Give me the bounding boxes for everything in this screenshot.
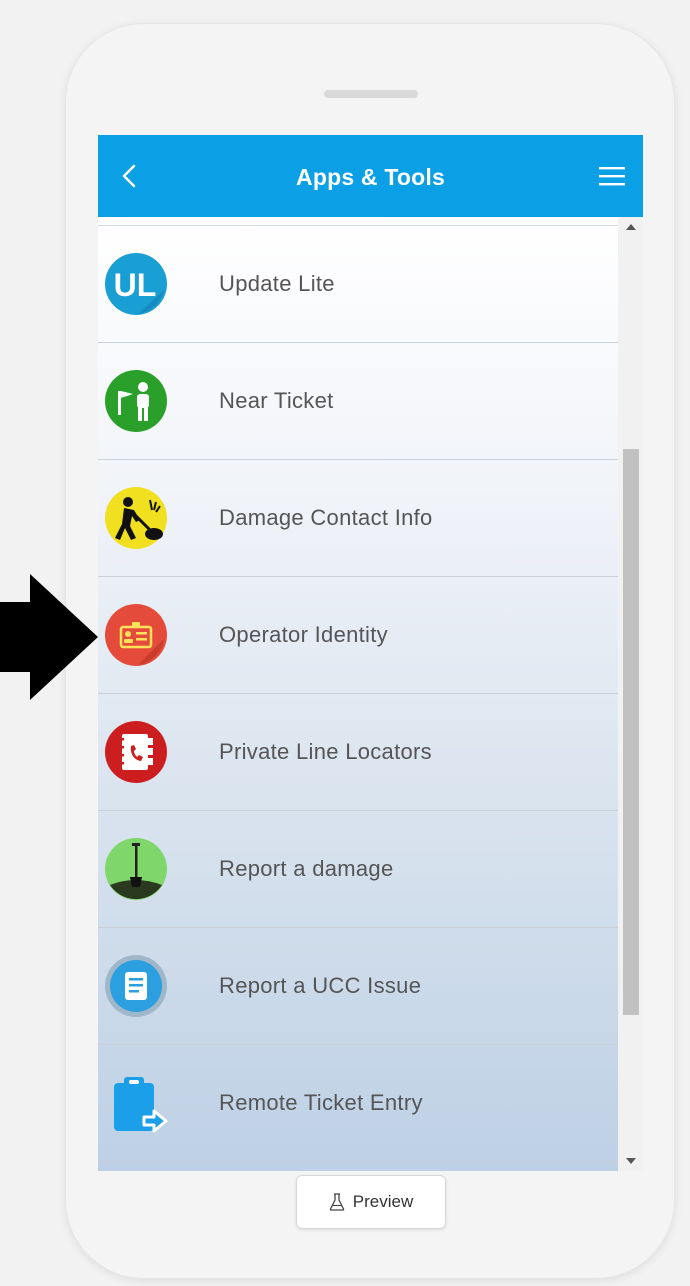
list-item-report-a-ucc-issue[interactable]: Report a UCC Issue — [98, 928, 618, 1045]
list-item-label: Operator Identity — [219, 622, 388, 647]
update-lite-icon: UL — [104, 252, 168, 316]
app-header: Apps & Tools — [98, 135, 643, 217]
damage-contact-icon — [104, 486, 168, 550]
menu-button[interactable] — [595, 161, 629, 191]
list-item-label: Near Ticket — [219, 388, 334, 413]
page-title: Apps & Tools — [296, 164, 445, 190]
scrollbar[interactable] — [618, 217, 643, 1171]
scrollbar-thumb[interactable] — [623, 449, 639, 1015]
remote-ticket-icon — [104, 1071, 168, 1135]
list-item-report-a-damage[interactable]: Report a damage — [98, 811, 618, 928]
report-damage-icon — [104, 837, 168, 901]
list-item-operator-identity[interactable]: Operator Identity — [98, 577, 618, 694]
private-line-icon — [104, 720, 168, 784]
apps-list-container: UL Update Lite Near Ticket Damage Contac… — [98, 217, 643, 1171]
triangle-up-icon — [625, 224, 636, 230]
arrow-pointer-icon — [0, 574, 98, 700]
preview-button[interactable]: Preview — [296, 1175, 446, 1229]
list-item-damage-contact-info[interactable]: Damage Contact Info — [98, 460, 618, 577]
list-item-update-lite[interactable]: UL Update Lite — [98, 225, 618, 343]
operator-identity-icon — [104, 603, 168, 667]
scroll-down-button[interactable] — [618, 1151, 643, 1171]
list-item-private-line-locators[interactable]: Private Line Locators — [98, 694, 618, 811]
svg-text:UL: UL — [114, 267, 157, 303]
list-item-label: Report a damage — [219, 856, 394, 881]
hamburger-menu-icon — [599, 167, 625, 186]
scroll-up-button[interactable] — [618, 217, 643, 237]
list-item-remote-ticket-entry[interactable]: Remote Ticket Entry — [98, 1045, 618, 1162]
near-ticket-icon — [104, 369, 168, 433]
phone-frame: Apps & Tools UL Update Lite Near Ticket … — [66, 24, 674, 1278]
preview-label: Preview — [352, 1192, 414, 1211]
list-item-label: Update Lite — [219, 271, 335, 296]
phone-speaker — [324, 90, 418, 98]
list-item-label: Report a UCC Issue — [219, 973, 422, 998]
report-ucc-icon — [104, 954, 168, 1018]
list-item-label: Remote Ticket Entry — [219, 1090, 423, 1115]
list-item-near-ticket[interactable]: Near Ticket — [98, 343, 618, 460]
app-screen: Apps & Tools UL Update Lite Near Ticket … — [98, 135, 643, 1171]
flask-icon — [329, 1193, 345, 1211]
list-item-label: Damage Contact Info — [219, 505, 433, 530]
apps-list: UL Update Lite Near Ticket Damage Contac… — [98, 217, 618, 1162]
triangle-down-icon — [625, 1158, 636, 1164]
list-item-label: Private Line Locators — [219, 739, 432, 764]
